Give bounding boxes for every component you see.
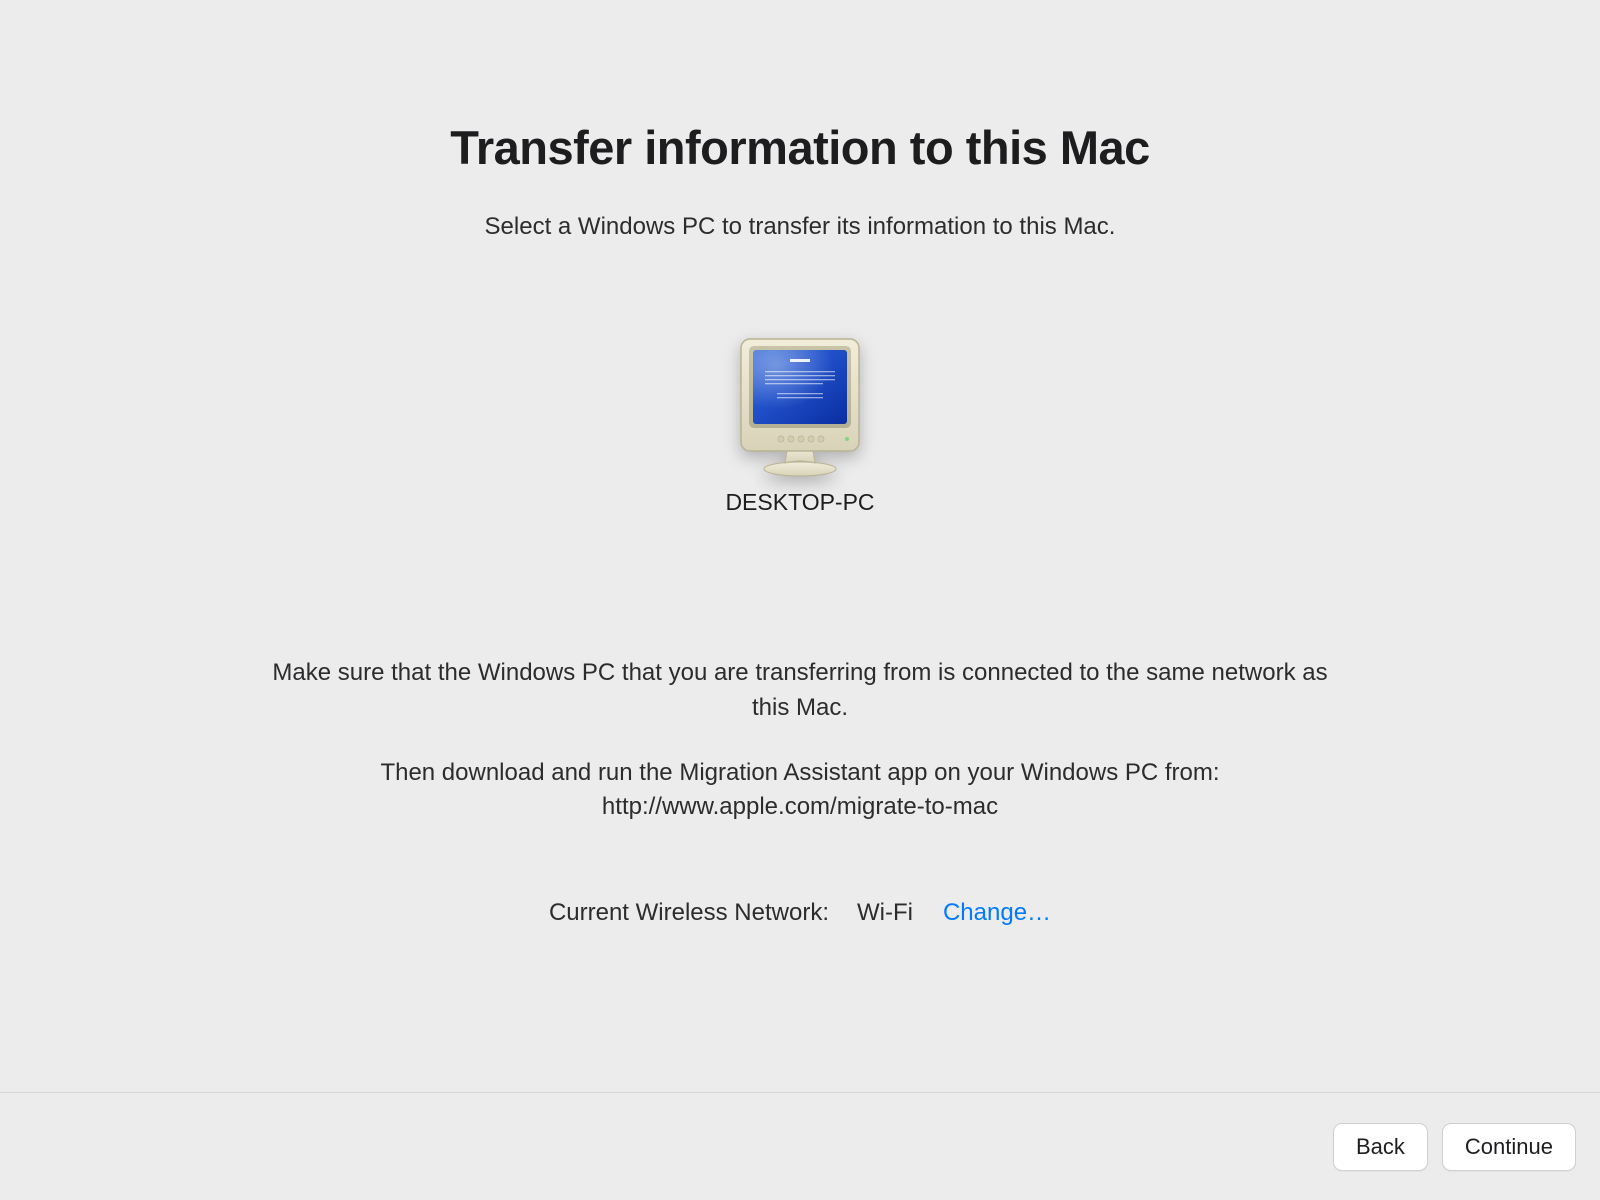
instructions-text: Make sure that the Windows PC that you a… [270, 656, 1330, 855]
network-name: Wi-Fi [857, 899, 913, 927]
continue-button[interactable]: Continue [1442, 1123, 1576, 1171]
back-button[interactable]: Back [1333, 1123, 1428, 1171]
instruction-line-2: Then download and run the Migration Assi… [270, 756, 1330, 826]
main-content: Transfer information to this Mac Select … [0, 0, 1600, 1092]
migration-assistant-window: Transfer information to this Mac Select … [0, 0, 1600, 1200]
footer-toolbar: Back Continue [0, 1092, 1600, 1200]
device-name-label: DESKTOP-PC [725, 489, 874, 516]
source-device-item[interactable]: DESKTOP-PC [725, 331, 875, 516]
page-title: Transfer information to this Mac [450, 120, 1150, 175]
network-label: Current Wireless Network: [549, 899, 829, 927]
instruction-line-1: Make sure that the Windows PC that you a… [270, 656, 1330, 726]
windows-pc-icon [725, 331, 875, 481]
page-subtitle: Select a Windows PC to transfer its info… [485, 213, 1116, 241]
network-info-row: Current Wireless Network: Wi-Fi Change… [549, 899, 1051, 927]
change-network-link[interactable]: Change… [943, 899, 1051, 927]
